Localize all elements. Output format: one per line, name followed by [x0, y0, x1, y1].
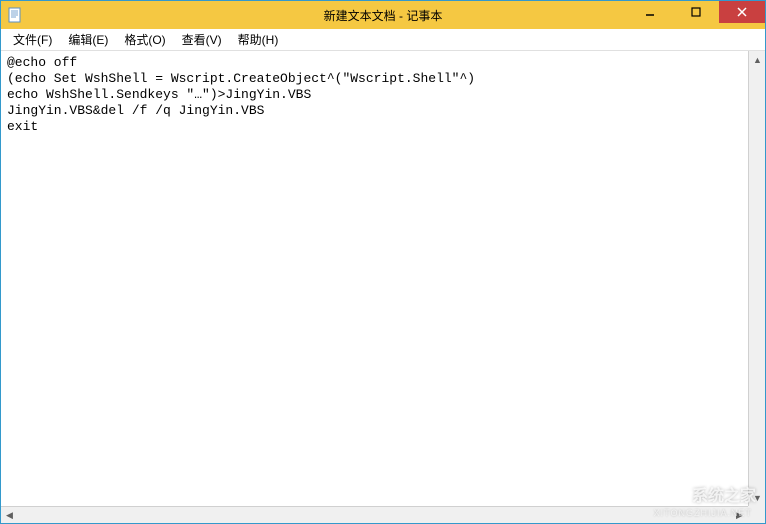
- menu-view[interactable]: 查看(V): [174, 29, 230, 50]
- notepad-icon: [7, 7, 23, 23]
- menu-format[interactable]: 格式(O): [116, 29, 173, 50]
- menu-help[interactable]: 帮助(H): [230, 29, 287, 50]
- menu-file[interactable]: 文件(F): [5, 29, 60, 50]
- minimize-button[interactable]: [627, 1, 673, 23]
- scroll-up-arrow-icon[interactable]: ▲: [749, 51, 765, 68]
- titlebar[interactable]: 新建文本文档 - 记事本: [1, 1, 765, 29]
- window-title: 新建文本文档 - 记事本: [324, 7, 443, 24]
- horizontal-scrollbar[interactable]: ◀ ▶: [1, 506, 748, 523]
- vertical-scrollbar[interactable]: ▲ ▼: [748, 51, 765, 523]
- notepad-window: 新建文本文档 - 记事本 文件(F) 编辑(E) 格式(O) 查看(V) 帮助(…: [0, 0, 766, 524]
- close-button[interactable]: [719, 1, 765, 23]
- scrollbar-corner: [748, 506, 765, 523]
- maximize-button[interactable]: [673, 1, 719, 23]
- scroll-left-arrow-icon[interactable]: ◀: [1, 507, 18, 523]
- content-area: @echo off (echo Set WshShell = Wscript.C…: [1, 51, 765, 523]
- scroll-down-arrow-icon[interactable]: ▼: [749, 489, 765, 506]
- text-editor[interactable]: @echo off (echo Set WshShell = Wscript.C…: [1, 51, 748, 523]
- menubar: 文件(F) 编辑(E) 格式(O) 查看(V) 帮助(H): [1, 29, 765, 51]
- menu-edit[interactable]: 编辑(E): [60, 29, 116, 50]
- scroll-right-arrow-icon[interactable]: ▶: [731, 507, 748, 523]
- window-controls: [627, 1, 765, 23]
